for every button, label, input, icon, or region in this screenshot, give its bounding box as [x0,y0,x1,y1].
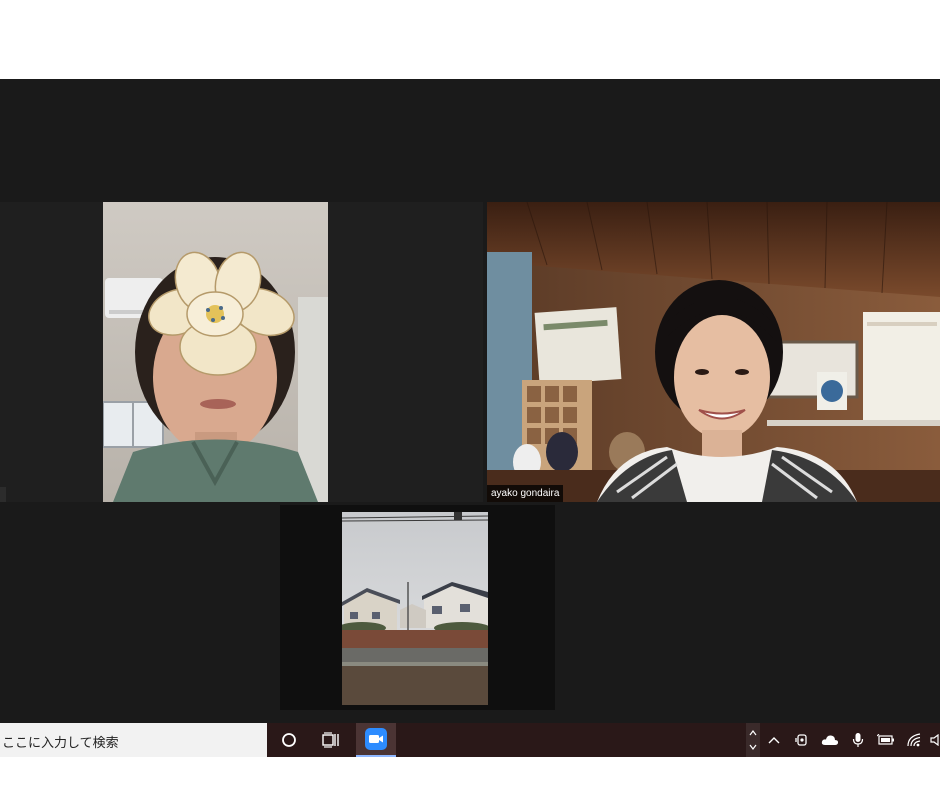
zoom-icon [365,728,387,750]
search-placeholder: ここに入力して検索 [2,736,119,751]
volume-button[interactable] [930,723,940,757]
cortana-icon [282,733,296,747]
participant-video-2 [487,202,940,502]
meet-now-button[interactable] [790,723,814,757]
volume-icon [930,734,939,746]
participant-tile-3[interactable] [280,505,555,710]
microphone-button[interactable] [846,723,870,757]
screenshot: ayako gondaira ここに入力して検索 [0,0,940,788]
task-view-button[interactable] [314,723,348,757]
windows-taskbar: ここに入力して検索 [0,723,940,757]
scroll-up-icon [749,730,757,736]
gallery-page-tab[interactable] [0,487,6,502]
microphone-icon [852,733,864,747]
scroll-down-icon [749,744,757,750]
task-view-icon [322,732,339,748]
cortana-button[interactable] [272,723,306,757]
participant-name-label: ayako gondaira [487,485,564,502]
participant-tile-1[interactable] [0,202,483,502]
battery-icon [877,734,894,745]
taskbar-search-box[interactable]: ここに入力して検索 [0,723,267,757]
show-hidden-icons-button[interactable] [762,723,786,757]
network-button[interactable] [903,723,927,757]
zoom-meeting-gallery: ayako gondaira [0,79,940,723]
zoom-taskbar-button[interactable] [356,723,396,757]
battery-button[interactable] [874,723,898,757]
participant-video-3 [342,512,488,705]
taskbar-scroll-control[interactable] [746,723,760,757]
wifi-icon [907,733,921,747]
onedrive-cloud-icon [821,735,839,745]
participant-tile-2[interactable]: ayako gondaira [487,202,940,502]
chevron-up-icon [768,737,780,744]
onedrive-button[interactable] [818,723,842,757]
meet-now-icon [795,734,807,746]
participant-video-1 [103,202,328,502]
